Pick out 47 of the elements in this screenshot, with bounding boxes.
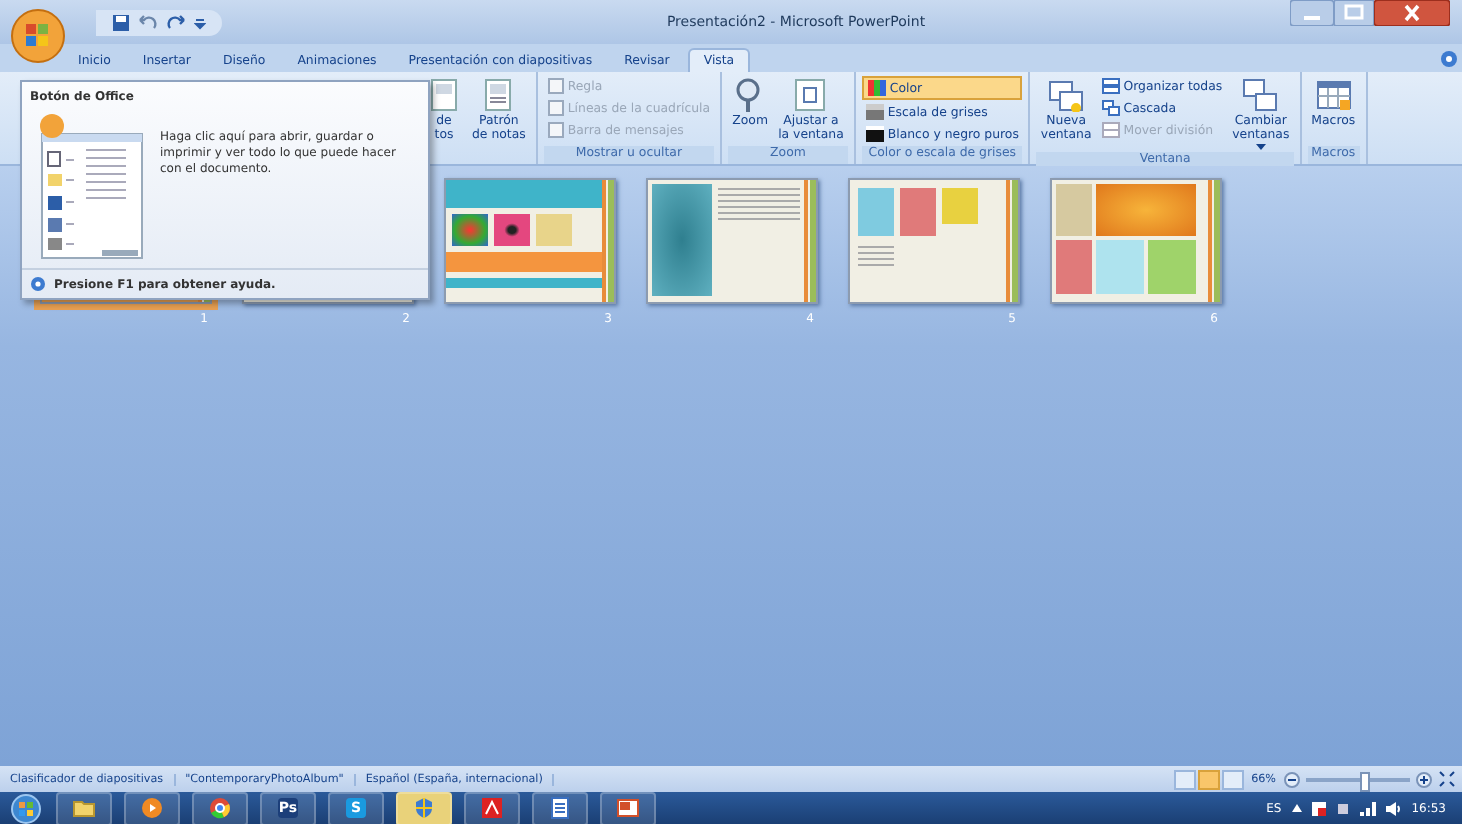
undo-icon[interactable] xyxy=(138,13,158,31)
slide-thumbnail[interactable] xyxy=(1050,178,1222,304)
zoom-in-icon[interactable] xyxy=(1416,771,1432,787)
start-button-icon[interactable] xyxy=(8,793,44,823)
presentation-icon xyxy=(616,796,640,820)
dropdown-icon[interactable] xyxy=(194,13,206,31)
up-arrow-icon[interactable] xyxy=(1291,804,1302,812)
minimize-icon[interactable] xyxy=(1290,0,1334,26)
play-icon xyxy=(140,796,164,820)
switch-windows-icon xyxy=(1242,78,1279,112)
taskbar-button[interactable] xyxy=(464,791,520,824)
page-icon xyxy=(480,78,517,112)
shield-icon xyxy=(412,796,436,820)
shades-icon xyxy=(865,104,884,120)
new-window-icon xyxy=(1048,78,1085,112)
volume-icon[interactable] xyxy=(1385,801,1402,815)
folder-icon xyxy=(72,796,96,820)
zoom-out-icon[interactable] xyxy=(1284,771,1300,787)
close-icon[interactable] xyxy=(1374,0,1450,26)
help-icon[interactable] xyxy=(1440,50,1458,68)
pdf-icon xyxy=(480,796,504,820)
taskbar-button[interactable] xyxy=(56,791,112,824)
document-icon xyxy=(548,796,572,820)
redo-icon[interactable] xyxy=(166,13,186,31)
slide-thumbnail[interactable] xyxy=(444,178,616,304)
zoom-slider-thumb[interactable] xyxy=(1359,771,1370,791)
cascade-icon xyxy=(1101,100,1120,116)
palette-icon xyxy=(867,80,886,96)
taskbar-button[interactable] xyxy=(124,791,180,824)
taskbar-button[interactable] xyxy=(192,791,248,824)
slide-thumbnail[interactable] xyxy=(848,178,1020,304)
fit-icon[interactable] xyxy=(1438,770,1456,788)
monochrome-icon xyxy=(865,126,884,142)
signal-icon[interactable] xyxy=(1359,801,1376,815)
save-icon[interactable] xyxy=(112,13,130,31)
split-icon xyxy=(1101,122,1120,138)
taskbar-button[interactable] xyxy=(600,791,656,824)
slide-thumbnail[interactable] xyxy=(646,178,818,304)
taskbar-button[interactable] xyxy=(532,791,588,824)
help-icon xyxy=(30,276,46,292)
taskbar-button[interactable] xyxy=(396,791,452,824)
browser-icon xyxy=(208,796,232,820)
fit-window-icon xyxy=(792,78,829,112)
maximize-icon[interactable] xyxy=(1334,0,1374,26)
arrange-icon xyxy=(1101,78,1120,94)
page-icon xyxy=(426,78,462,112)
macros-icon xyxy=(1315,78,1352,112)
